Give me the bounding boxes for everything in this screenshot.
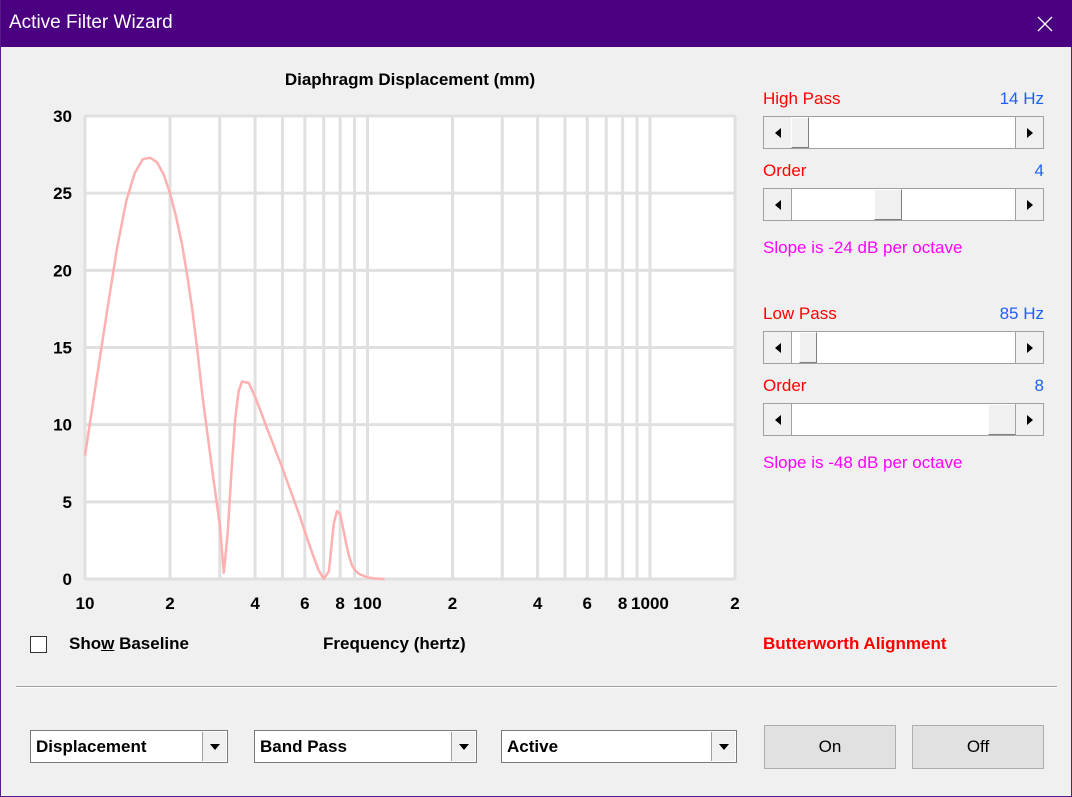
y-tick-label: 30 xyxy=(53,107,72,126)
high-pass-value: 14 Hz xyxy=(999,89,1044,108)
high-pass-scrollbar[interactable] xyxy=(763,116,1044,149)
x-tick-label: 4 xyxy=(533,594,543,613)
arrow-left-icon xyxy=(774,342,781,353)
x-tick-label: 2 xyxy=(448,594,457,613)
high-order-value: 4 xyxy=(1034,161,1044,180)
x-tick-label: 2 xyxy=(165,594,174,613)
high-order-thumb[interactable] xyxy=(873,189,902,220)
high-slope-text: Slope is -24 dB per octave xyxy=(763,238,963,257)
arrow-right-icon xyxy=(1026,199,1033,210)
arrow-right-icon xyxy=(1026,127,1033,138)
show-baseline-checkbox[interactable] xyxy=(30,636,47,653)
x-tick-label: 4 xyxy=(250,594,260,613)
type-select[interactable]: Active xyxy=(501,730,737,763)
mode-select[interactable]: Displacement xyxy=(30,730,228,763)
low-pass-left-button[interactable] xyxy=(764,332,792,363)
chevron-down-icon xyxy=(458,743,469,750)
high-pass-thumb[interactable] xyxy=(791,117,809,148)
low-pass-value: 85 Hz xyxy=(999,304,1044,323)
show-baseline-label: Show Baseline xyxy=(69,634,189,653)
low-order-left-button[interactable] xyxy=(764,404,792,435)
displacement-chart: 05101520253010 2 4 6 8 100 2 4 6 8 1000 2 xyxy=(53,107,740,613)
y-tick-label: 15 xyxy=(53,339,72,358)
x-tick-label: 8 xyxy=(618,594,627,613)
chevron-down-icon xyxy=(718,743,729,750)
filter-select-value: Band Pass xyxy=(260,737,347,756)
arrow-left-icon xyxy=(774,127,781,138)
low-pass-thumb[interactable] xyxy=(799,332,818,363)
high-pass-right-button[interactable] xyxy=(1015,117,1043,148)
x-tick-label: 10 xyxy=(76,594,95,613)
low-order-right-button[interactable] xyxy=(1015,404,1043,435)
close-icon xyxy=(1037,16,1053,31)
x-tick-label: 2 xyxy=(730,594,739,613)
high-order-scrollbar[interactable] xyxy=(763,188,1044,221)
x-tick-label: 6 xyxy=(300,594,309,613)
low-pass-scrollbar[interactable] xyxy=(763,331,1044,364)
mode-select-dropdown-button[interactable] xyxy=(202,732,226,761)
alignment-text: Butterworth Alignment xyxy=(763,634,947,653)
low-order-label: Order xyxy=(763,376,807,395)
type-select-dropdown-button[interactable] xyxy=(711,732,735,761)
high-order-left-button[interactable] xyxy=(764,189,792,220)
x-tick-label: 1000 xyxy=(631,594,669,613)
low-order-thumb[interactable] xyxy=(988,404,1016,435)
low-pass-label: Low Pass xyxy=(763,304,837,323)
arrow-left-icon xyxy=(774,199,781,210)
high-order-label: Order xyxy=(763,161,807,180)
type-select-value: Active xyxy=(507,737,559,756)
low-slope-text: Slope is -48 dB per octave xyxy=(763,453,963,472)
mode-select-value: Displacement xyxy=(36,737,147,756)
filter-select-dropdown-button[interactable] xyxy=(451,732,475,761)
high-pass-left-button[interactable] xyxy=(764,117,792,148)
active-filter-wizard-window: Active Filter Wizard Diaphragm Displacem… xyxy=(0,0,1072,797)
x-tick-label: 8 xyxy=(335,594,344,613)
low-order-scrollbar[interactable] xyxy=(763,403,1044,436)
y-tick-label: 0 xyxy=(63,570,72,589)
arrow-left-icon xyxy=(774,414,781,425)
high-order-right-button[interactable] xyxy=(1015,189,1043,220)
low-pass-right-button[interactable] xyxy=(1015,332,1043,363)
arrow-right-icon xyxy=(1026,342,1033,353)
x-tick-label: 6 xyxy=(583,594,592,613)
filter-select[interactable]: Band Pass xyxy=(254,730,477,763)
off-button[interactable]: Off xyxy=(912,725,1044,769)
low-order-value: 8 xyxy=(1034,376,1044,395)
arrow-right-icon xyxy=(1026,414,1033,425)
y-tick-label: 20 xyxy=(53,261,72,280)
separator xyxy=(16,686,1057,688)
y-tick-label: 10 xyxy=(53,416,72,435)
close-button[interactable] xyxy=(1017,0,1072,47)
x-tick-label: 100 xyxy=(353,594,381,613)
on-button[interactable]: On xyxy=(764,725,896,769)
y-tick-label: 5 xyxy=(63,493,72,512)
high-pass-label: High Pass xyxy=(763,89,841,108)
x-axis-label: Frequency (hertz) xyxy=(323,634,466,653)
chevron-down-icon xyxy=(209,743,220,750)
y-tick-label: 25 xyxy=(53,184,72,203)
